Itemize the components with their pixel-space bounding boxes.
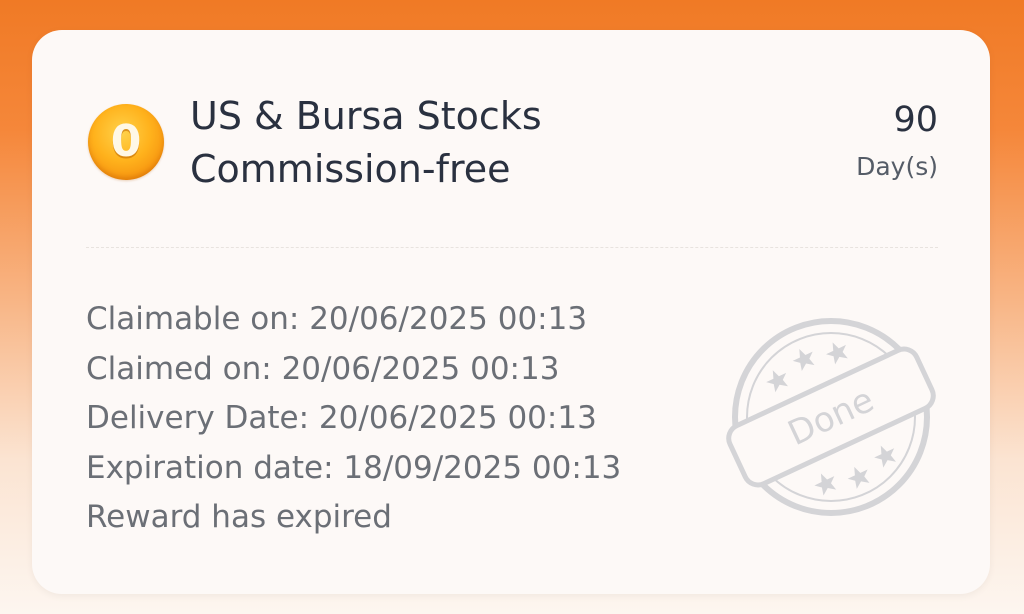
reward-title-line1: US & Bursa Stocks <box>190 94 542 138</box>
done-stamp-icon: Done <box>726 318 936 516</box>
reward-title-line2: Commission-free <box>190 147 511 191</box>
coin-glyph: 0 <box>110 116 142 167</box>
reward-card[interactable]: 0 US & Bursa Stocks Commission-free 90 D… <box>32 30 990 594</box>
status-text: Reward has expired <box>86 499 392 535</box>
expiration-date-text: Expiration date: 18/09/2025 00:13 <box>86 449 622 486</box>
reward-title: US & Bursa Stocks Commission-free <box>190 90 730 196</box>
duration-unit: Day(s) <box>856 152 938 181</box>
duration-value: 90 <box>893 100 938 140</box>
coin-icon: 0 <box>88 104 164 180</box>
claimed-on-text: Claimed on: 20/06/2025 00:13 <box>86 350 560 387</box>
reward-details: Claimable on: 20/06/2025 00:13 Claimed o… <box>86 295 621 543</box>
claimable-on-text: Claimable on: 20/06/2025 00:13 <box>86 301 588 337</box>
delivery-date-text: Delivery Date: 20/06/2025 00:13 <box>86 400 597 436</box>
divider <box>86 247 938 248</box>
